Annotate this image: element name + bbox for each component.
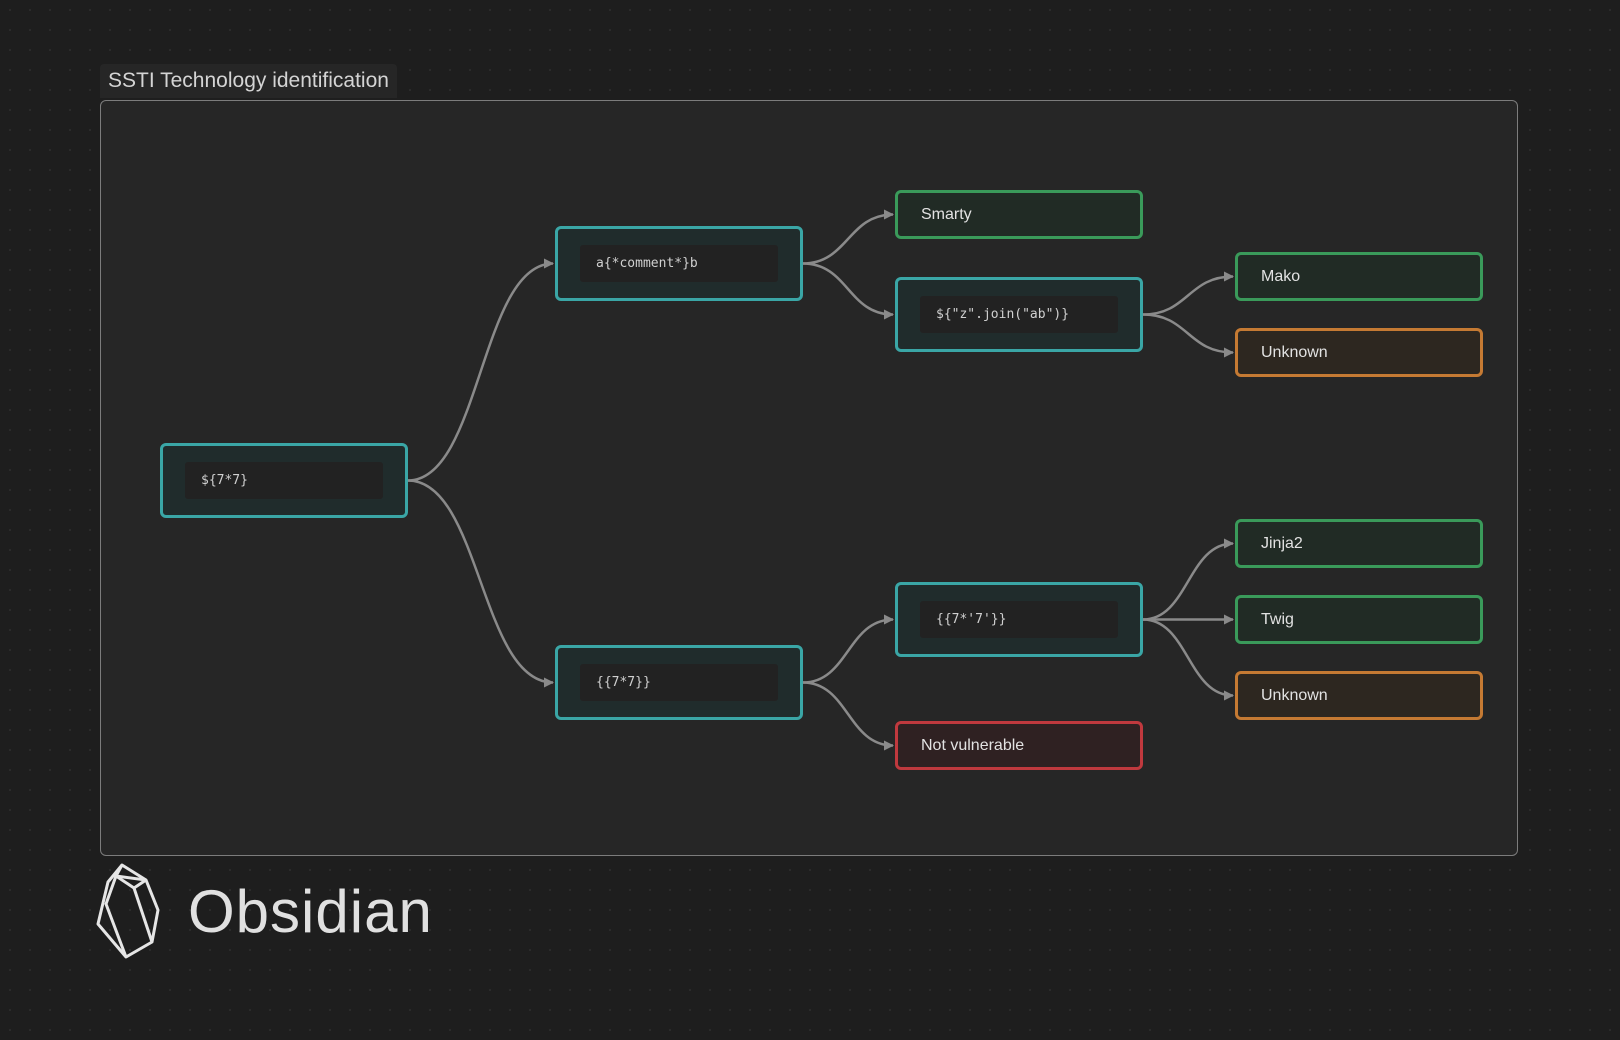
node-join-code: ${"z".join("ab")} xyxy=(920,296,1118,333)
canvas[interactable]: SSTI Technology identification ${7*7} a{… xyxy=(0,0,1620,1040)
node-jinja2-label: Jinja2 xyxy=(1261,534,1303,552)
node-root-code: ${7*7} xyxy=(185,462,383,499)
node-mako-label: Mako xyxy=(1261,267,1301,285)
obsidian-logo-icon xyxy=(96,863,160,959)
node-smarty-label: Smarty xyxy=(921,205,972,223)
brand-watermark: Obsidian xyxy=(94,862,433,960)
node-unknown-top-result[interactable]: Unknown xyxy=(1235,328,1483,377)
node-twig-result[interactable]: Twig xyxy=(1235,595,1483,644)
node-unknown-bottom-result[interactable]: Unknown xyxy=(1235,671,1483,720)
node-string-mult-payload[interactable]: {{7*'7'}} xyxy=(895,582,1143,657)
node-double-braces-code: {{7*7}} xyxy=(580,664,778,701)
node-twig-label: Twig xyxy=(1261,610,1294,628)
node-comment-payload[interactable]: a{*comment*}b xyxy=(555,226,803,301)
node-not-vulnerable-label: Not vulnerable xyxy=(921,736,1025,754)
node-mako-result[interactable]: Mako xyxy=(1235,252,1483,301)
group-label[interactable]: SSTI Technology identification xyxy=(100,64,397,98)
node-comment-code: a{*comment*}b xyxy=(580,245,778,282)
node-unknown-top-label: Unknown xyxy=(1261,343,1328,361)
node-double-braces-payload[interactable]: {{7*7}} xyxy=(555,645,803,720)
node-not-vulnerable-result[interactable]: Not vulnerable xyxy=(895,721,1143,770)
brand-name: Obsidian xyxy=(188,877,433,945)
node-smarty-result[interactable]: Smarty xyxy=(895,190,1143,239)
node-join-payload[interactable]: ${"z".join("ab")} xyxy=(895,277,1143,352)
node-jinja2-result[interactable]: Jinja2 xyxy=(1235,519,1483,568)
node-root-payload[interactable]: ${7*7} xyxy=(160,443,408,518)
node-unknown-bottom-label: Unknown xyxy=(1261,686,1328,704)
node-string-mult-code: {{7*'7'}} xyxy=(920,601,1118,638)
